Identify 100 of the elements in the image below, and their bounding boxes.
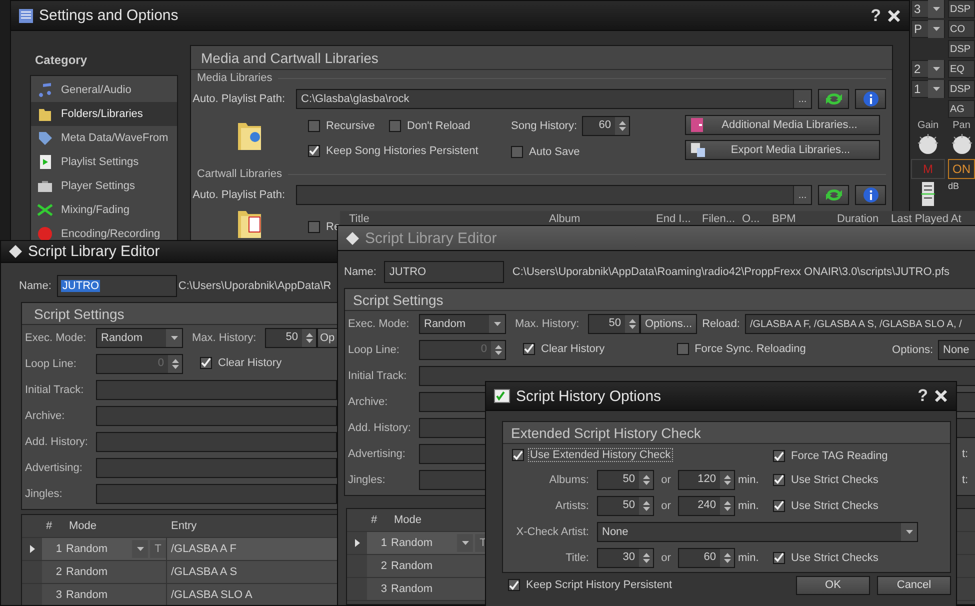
- number-spinner[interactable]: 120: [678, 470, 735, 490]
- checkbox[interactable]: Auto Save: [511, 146, 685, 158]
- name-field[interactable]: JUTRO: [384, 261, 504, 283]
- effect-button[interactable]: DSP: [948, 0, 975, 18]
- effect-button[interactable]: DSP: [948, 40, 975, 58]
- record-dot-icon: [37, 226, 53, 242]
- number-spinner[interactable]: 50: [597, 496, 654, 516]
- selector[interactable]: 1: [911, 80, 945, 98]
- knob-icon[interactable]: [916, 133, 940, 157]
- knob-icon[interactable]: [950, 133, 974, 157]
- info-button[interactable]: [855, 89, 886, 109]
- table-cell: 1: [42, 538, 65, 560]
- help-button[interactable]: ?: [870, 6, 881, 26]
- category-item[interactable]: Mixing/Fading: [31, 198, 177, 222]
- field-label: Reload:: [702, 318, 740, 330]
- number-spinner[interactable]: 30: [597, 548, 654, 568]
- number-spinner[interactable]: 60: [582, 116, 630, 136]
- input-field[interactable]: [96, 484, 337, 504]
- on-button[interactable]: ON: [948, 159, 975, 179]
- checkbox[interactable]: Keep Song Histories Persistent: [308, 144, 480, 157]
- info-icon: [862, 91, 878, 107]
- knob-label: Gain: [916, 120, 940, 131]
- selector[interactable]: 2: [911, 60, 945, 78]
- browse-button[interactable]: ...: [793, 90, 811, 108]
- column-header: End I...: [656, 212, 692, 224]
- path-field[interactable]: ...: [296, 185, 812, 205]
- dropdown[interactable]: Random: [96, 328, 183, 348]
- number-spinner[interactable]: 50: [597, 470, 654, 490]
- caret-icon: [928, 20, 944, 38]
- field-label: Advertising:: [25, 462, 84, 474]
- field-label: Albums:: [548, 474, 590, 486]
- checkbox[interactable]: Use Strict Checks: [773, 474, 950, 486]
- additional-libraries-button[interactable]: Additional Media Libraries...: [685, 115, 880, 135]
- column-header: Mode: [393, 514, 423, 526]
- options-button[interactable]: Options...: [640, 314, 698, 334]
- number-spinner[interactable]: 50: [588, 314, 640, 334]
- effect-button[interactable]: CO: [948, 20, 975, 38]
- dialog-button[interactable]: Cancel: [877, 576, 951, 594]
- category-item[interactable]: General/Audio: [31, 78, 177, 102]
- name-field[interactable]: JUTRO: [57, 275, 178, 297]
- export-libraries-button[interactable]: Export Media Libraries...: [685, 140, 880, 160]
- checkbox[interactable]: Use Strict Checks: [773, 552, 950, 564]
- effect-button[interactable]: EQ: [948, 60, 975, 78]
- info-button[interactable]: [855, 185, 886, 205]
- checkbox[interactable]: Clear History: [200, 356, 283, 369]
- effect-button[interactable]: AG: [948, 100, 975, 118]
- selector[interactable]: P: [911, 20, 945, 38]
- checkbox[interactable]: Keep Script History Persistent: [508, 579, 674, 591]
- knob-label: Pan: [952, 120, 972, 131]
- input-field[interactable]: [96, 380, 337, 400]
- options-field[interactable]: None: [938, 340, 975, 360]
- category-item[interactable]: Meta Data/WaveFrom: [31, 126, 177, 150]
- table-cell: 2: [367, 555, 390, 577]
- field-label: t:: [962, 448, 970, 460]
- checkmark-icon: [524, 343, 534, 354]
- number-spinner[interactable]: 240: [678, 496, 735, 516]
- checkbox[interactable]: Clear History: [523, 342, 606, 355]
- toggle-button[interactable]: T: [150, 540, 166, 558]
- input-field[interactable]: [96, 458, 337, 478]
- input-field[interactable]: [96, 406, 337, 426]
- music-note-icon: [37, 82, 53, 98]
- checkmark-icon: [309, 145, 319, 156]
- checkbox[interactable]: Recursive: [308, 120, 389, 132]
- field-label: Options:: [892, 344, 933, 356]
- field-label: Add. History:: [25, 436, 89, 448]
- options-button[interactable]: Op: [317, 328, 337, 348]
- help-button[interactable]: ?: [918, 386, 928, 406]
- checkbox[interactable]: Use Strict Checks: [773, 500, 950, 512]
- effect-button[interactable]: DSP: [948, 80, 975, 98]
- refresh-button[interactable]: [818, 185, 849, 205]
- browse-button[interactable]: ...: [793, 186, 811, 204]
- caret-icon[interactable]: [132, 540, 148, 558]
- category-item[interactable]: Playlist Settings: [31, 150, 177, 174]
- refresh-button[interactable]: [818, 89, 849, 109]
- scroll-icon: [346, 232, 359, 244]
- close-icon[interactable]: [934, 389, 948, 403]
- checkbox[interactable]: Don't Reload: [389, 120, 511, 132]
- checkbox[interactable]: Force Sync. Reloading: [676, 342, 807, 354]
- checkbox[interactable]: Force TAG Reading: [773, 450, 950, 462]
- field-label: Auto. Playlist Path:: [192, 93, 286, 105]
- caret-icon[interactable]: [457, 534, 473, 552]
- reload-field[interactable]: /GLASBA A F, /GLASBA A S, /GLASBA SLO A, /: [745, 314, 975, 334]
- checkmark-icon: [774, 450, 784, 462]
- input-field[interactable]: [96, 432, 337, 452]
- category-item[interactable]: Folders/Libraries: [31, 102, 177, 126]
- close-icon[interactable]: [887, 8, 901, 22]
- category-item[interactable]: Player Settings: [31, 174, 177, 198]
- category-item[interactable]: Encoding/Recording: [31, 222, 177, 244]
- number-spinner[interactable]: 60: [678, 548, 735, 568]
- column-header: Last Played At: [891, 212, 962, 224]
- path-field[interactable]: C:\Glasba\glasba\rock ...: [296, 89, 812, 109]
- dropdown[interactable]: None: [597, 522, 918, 542]
- checkbox[interactable]: Use Extended History Check: [512, 449, 672, 461]
- fader-icon[interactable]: [921, 181, 935, 207]
- dialog-button[interactable]: OK: [796, 576, 870, 594]
- dropdown[interactable]: Random: [419, 314, 506, 334]
- number-spinner[interactable]: 50: [265, 328, 317, 348]
- field-label: X-Check Artist:: [515, 526, 590, 538]
- or-label: or: [660, 500, 672, 512]
- selector[interactable]: 3: [911, 0, 945, 18]
